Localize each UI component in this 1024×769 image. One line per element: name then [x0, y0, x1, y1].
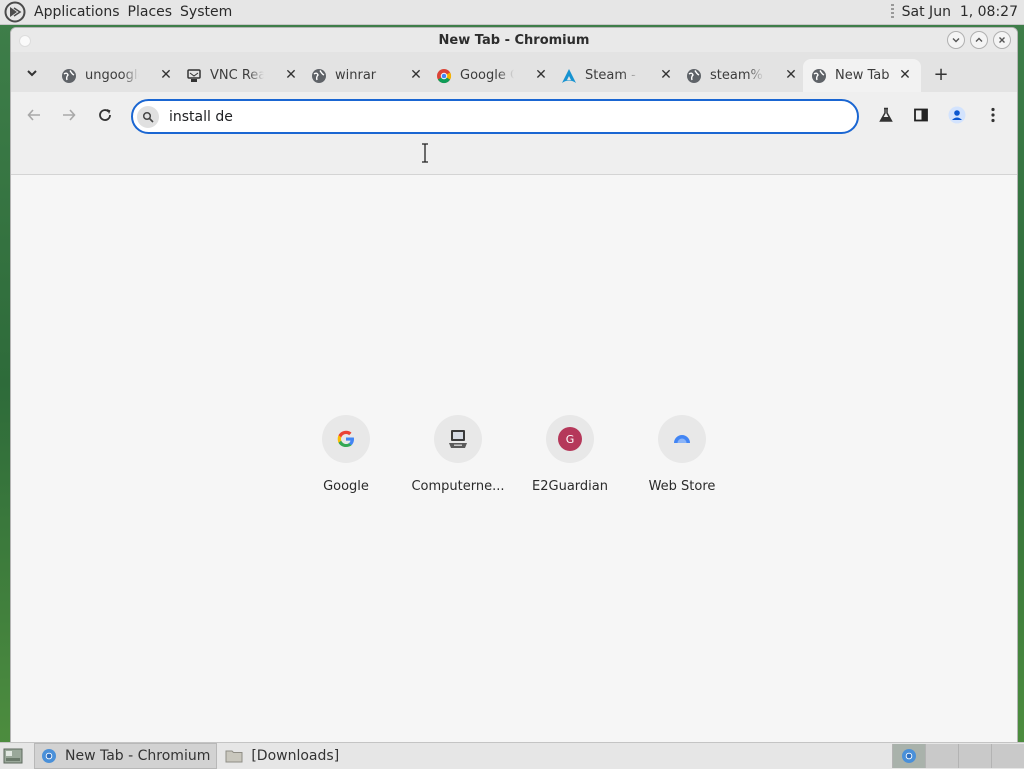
close-tab-icon[interactable]: ✕	[658, 67, 674, 83]
chrome-icon	[436, 68, 452, 84]
tab-ungoogle[interactable]: ungoogle ✕	[57, 59, 182, 92]
menu-system[interactable]: System	[176, 4, 236, 20]
address-bar[interactable]	[131, 99, 859, 134]
profile-avatar-icon[interactable]	[948, 106, 966, 124]
window-title: New Tab - Chromium	[438, 32, 590, 48]
google-icon	[322, 415, 370, 463]
tab-title: winrar	[335, 68, 377, 83]
close-tab-icon[interactable]: ✕	[533, 67, 549, 83]
close-tab-icon[interactable]: ✕	[897, 67, 913, 83]
chromium-icon	[902, 749, 916, 763]
tab-title: Steam - A	[585, 68, 639, 83]
tab-winrar[interactable]: winrar ✕	[307, 59, 432, 92]
side-panel-icon[interactable]	[912, 106, 930, 124]
taskbar-item-label: New Tab - Chromium	[65, 748, 211, 764]
maximize-button[interactable]	[970, 31, 988, 49]
tab-steam-search[interactable]: steam%2 ✕	[682, 59, 807, 92]
window-titlebar[interactable]: New Tab - Chromium	[11, 28, 1017, 52]
globe-icon	[811, 68, 827, 84]
workspace-4[interactable]	[991, 744, 1024, 768]
close-tab-icon[interactable]: ✕	[783, 67, 799, 83]
workspace-switcher	[892, 744, 1024, 768]
shortcut-e2guardian[interactable]: G E2Guardian	[514, 415, 626, 494]
shortcut-label: Google	[323, 479, 369, 494]
tab-title: steam%2	[710, 68, 764, 83]
close-tab-icon[interactable]: ✕	[283, 67, 299, 83]
tab-new-tab[interactable]: New Tab ✕	[803, 59, 921, 92]
shortcut-google[interactable]: Google	[290, 415, 402, 494]
window-menu-icon[interactable]	[19, 35, 31, 47]
letter-g-icon: G	[546, 415, 594, 463]
tab-title: Google C	[460, 68, 514, 83]
minimize-button[interactable]	[947, 31, 965, 49]
computer-icon	[434, 415, 482, 463]
arch-icon	[561, 68, 577, 84]
tab-vnc[interactable]: VNC Rea ✕	[182, 59, 307, 92]
taskbar-item-downloads[interactable]: [Downloads]	[219, 744, 345, 768]
globe-icon	[61, 68, 77, 84]
search-icon	[137, 105, 159, 128]
web-store-icon	[658, 415, 706, 463]
menu-applications[interactable]: Applications	[30, 4, 124, 20]
taskbar-item-label: [Downloads]	[251, 748, 340, 764]
shortcut-label: E2Guardian	[532, 479, 608, 494]
new-tab-plus-icon[interactable]: +	[933, 64, 949, 85]
vnc-icon	[186, 68, 202, 84]
workspace-2[interactable]	[925, 744, 958, 768]
bottom-taskbar: New Tab - Chromium [Downloads]	[0, 742, 1024, 769]
panel-grip-icon	[890, 4, 894, 20]
address-input[interactable]	[169, 108, 809, 125]
tab-title: New Tab	[835, 68, 890, 83]
menu-places[interactable]: Places	[124, 4, 177, 20]
show-desktop-icon[interactable]	[2, 745, 24, 767]
browser-window: New Tab - Chromium ungoogle ✕	[10, 27, 1018, 745]
taskbar-item-chromium[interactable]: New Tab - Chromium	[34, 743, 218, 769]
browser-toolbar	[11, 92, 1017, 175]
tab-title: VNC Rea	[210, 68, 264, 83]
labs-flask-icon[interactable]	[877, 106, 895, 124]
shortcut-computerne[interactable]: Computerne...	[402, 415, 514, 494]
e2guardian-letter: G	[558, 427, 582, 451]
reload-icon[interactable]	[96, 106, 114, 124]
close-window-button[interactable]	[993, 31, 1011, 49]
close-tab-icon[interactable]: ✕	[408, 67, 424, 83]
shortcut-web-store[interactable]: Web Store	[626, 415, 738, 494]
workspace-1[interactable]	[892, 744, 925, 768]
tab-google-chrome[interactable]: Google C ✕	[432, 59, 557, 92]
workspace-3[interactable]	[958, 744, 991, 768]
chromium-icon	[41, 748, 57, 764]
back-arrow-icon[interactable]	[25, 106, 43, 124]
new-tab-page: Google Computerne... G E2Guardian Web St…	[11, 175, 1017, 744]
distro-logo-icon[interactable]	[4, 1, 26, 23]
forward-arrow-icon[interactable]	[60, 106, 78, 124]
menu-kebab-icon[interactable]	[984, 106, 1002, 124]
globe-icon	[311, 68, 327, 84]
shortcut-label: Computerne...	[411, 479, 505, 494]
tab-strip: ungoogle ✕ VNC Rea ✕ winrar ✕ Google C ✕	[11, 52, 1017, 92]
globe-icon	[686, 68, 702, 84]
shortcut-label: Web Store	[648, 479, 716, 494]
tab-steam-arch[interactable]: Steam - A ✕	[557, 59, 682, 92]
close-tab-icon[interactable]: ✕	[158, 67, 174, 83]
panel-clock[interactable]: Sat Jun 1, 08:27	[902, 4, 1018, 20]
folder-icon	[225, 748, 243, 764]
tab-title: ungoogle	[85, 68, 139, 83]
top-panel: Applications Places System Sat Jun 1, 08…	[0, 0, 1024, 25]
text-cursor-icon	[421, 143, 429, 163]
tab-search-chevron-icon[interactable]	[23, 64, 41, 82]
